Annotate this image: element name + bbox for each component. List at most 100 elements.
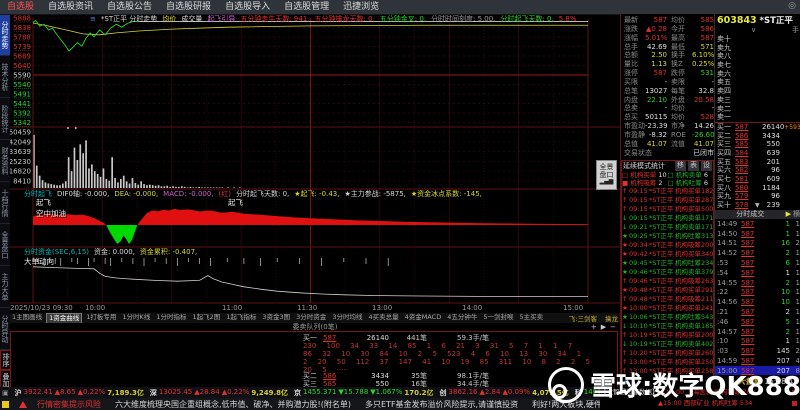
period-tab[interactable]: 5主买卖 — [518, 313, 546, 323]
mode-event-row[interactable]: ↑ 09:15 *ST正平 机构买单 1821 — [622, 187, 713, 196]
tick-row[interactable]: :53 587 6 1 — [715, 258, 800, 268]
news-headline[interactable]: 六大维度梳理央国企重组概念,低市值、破净、并购潜力股!(附名单) — [115, 399, 351, 410]
mode-event-row[interactable]: ↑ 09:15 *ST正平 机构买单 5000 — [622, 205, 713, 214]
mode-event-row[interactable]: ↑ 10:20 *ST正平 机构买单 2600 — [622, 349, 713, 358]
mode-filter-checkbox[interactable]: □ 机构吐筹 6 — [668, 179, 714, 187]
mode-event-row[interactable]: ★ 09:46 *ST正平 机构卖单 3791 — [622, 268, 713, 277]
tick-row[interactable]: :46 587 5 1 — [715, 317, 800, 327]
buy-level-row[interactable]: 买九 579 96 — [715, 192, 800, 201]
queue-level-row[interactable]: 买二 586 3434 35笔 98.1手/笔 — [303, 372, 489, 380]
left-tab[interactable]: 分时走势 — [0, 14, 10, 56]
menu-item[interactable]: 自选股公告 — [100, 0, 159, 14]
left-tab[interactable]: 技术分析 — [0, 56, 10, 98]
left-tab[interactable]: 财务资料 — [0, 140, 10, 182]
mode-filter-checkbox[interactable]: □ 机构卖单 6 — [668, 171, 714, 179]
period-tab-extra[interactable]: 擒龙 — [603, 313, 620, 323]
tick-row[interactable]: 14:51 587 16 2 — [715, 238, 800, 248]
buy-level-row[interactable]: 买二 586 3434 — [715, 132, 800, 141]
mode-button[interactable]: 设 — [701, 161, 712, 171]
period-tab[interactable]: 1起飞指标 — [224, 313, 258, 323]
queue-level-row[interactable]: 买一 587 26140 441笔 59.3手/笔 — [303, 334, 489, 342]
buy-level-row[interactable]: 买五 583 201 — [715, 158, 800, 167]
left-tab[interactable]: 主力大单 — [0, 266, 10, 308]
menu-item[interactable]: 自选股管理 — [277, 0, 336, 14]
queue-control-button[interactable]: − — [610, 323, 616, 331]
tick-row[interactable]: :21 587 2 1 — [715, 307, 800, 317]
mode-event-row[interactable]: ★ 09:42 *ST正平 机构买单 3406 — [622, 250, 713, 259]
grid-icon[interactable]: ▣ — [2, 389, 9, 397]
sell-level-row[interactable]: 卖三 — [715, 96, 800, 105]
menu-item[interactable]: 自选股资讯 — [41, 0, 100, 14]
mode-event-row[interactable]: ↑ 09:48 *ST正平 机构吸筹 2119 — [622, 295, 713, 304]
period-tab[interactable]: 3分时资金 — [294, 313, 328, 323]
tick-row[interactable]: :54 587 1 1 — [715, 268, 800, 278]
period-tab-extra[interactable]: 飞:三剑客 — [567, 313, 599, 323]
sell-level-row[interactable]: 卖二 — [715, 105, 800, 114]
layout-toggle-button[interactable]: 横 — [793, 210, 800, 219]
mode-event-row[interactable]: ↓ 09:21 *ST正平 机构卖单 1717 — [622, 223, 713, 232]
sell-level-row[interactable]: 卖七 — [715, 61, 800, 70]
mode-filter-checkbox[interactable]: □ 机构买单 10 — [622, 171, 668, 179]
mode-event-row[interactable]: ↑ 09:15 *ST正平 机构买单 2879 — [622, 196, 713, 205]
buy-level-row[interactable]: 买三 585 550 — [715, 140, 800, 149]
mode-event-row[interactable]: ↑ 10:19 *ST正平 机构买单 2001 — [622, 331, 713, 340]
tick-row[interactable]: :10 587 1 1 — [715, 336, 800, 346]
period-tab[interactable]: 1起飞2图 — [190, 313, 222, 323]
sell-level-row[interactable]: 卖四 — [715, 87, 800, 96]
menu-item[interactable]: 自选股导入 — [218, 0, 277, 14]
tick-row[interactable]: 14:56 587 10 1 — [715, 297, 800, 307]
period-tab[interactable]: 1打板专用 — [84, 313, 118, 323]
period-tab[interactable]: 1主图画线 — [10, 313, 44, 323]
news-headline[interactable]: 多只ETF基金发布溢价风险提示,请谨慎投资 — [365, 399, 518, 410]
period-tab[interactable]: 5一剑封喉 — [481, 313, 515, 323]
left-tab[interactable]: 分时异动 — [0, 308, 10, 350]
chevron-down-icon[interactable]: ∨ — [715, 27, 792, 35]
tick-row[interactable]: :22 587 10 1 — [715, 287, 800, 297]
left-tab[interactable]: 阶段统计 — [0, 98, 10, 140]
mode-event-row[interactable]: ★ 09:34 *ST正平 机构吸筹 2000 — [622, 241, 713, 250]
sell-level-row[interactable]: 卖五 — [715, 78, 800, 87]
buy-level-row[interactable]: 买十 578 ▼ 239 — [715, 201, 800, 210]
period-tab[interactable]: 1资金曲线 — [46, 313, 83, 323]
sell-level-row[interactable]: 卖十 — [715, 35, 800, 44]
mode-event-row[interactable]: ★ 09:25 *ST正平 机构吐筹 3130 — [622, 232, 713, 241]
left-tab[interactable]: 十档行情 — [0, 182, 10, 224]
sell-level-row[interactable]: 卖六 — [715, 70, 800, 79]
period-tab[interactable]: 1分时指标 — [154, 313, 188, 323]
mode-event-row[interactable]: ★ 10:00 *ST正平 机构买单 2418 — [622, 304, 713, 313]
mode-event-row[interactable]: ★ 10:06 *ST正平 机构吐筹 5433 — [622, 313, 713, 322]
sell-level-row[interactable]: 卖九 — [715, 44, 800, 53]
news-headline[interactable]: 行情密集提示风险 — [37, 399, 101, 410]
mode-event-row[interactable]: ↓ 09:15 *ST正平 机构卖单 1710 — [622, 214, 713, 223]
buy-level-row[interactable]: 买七 581 609 — [715, 175, 800, 184]
tick-row[interactable]: 14:49 587 1 1 — [715, 219, 800, 229]
tick-row[interactable]: :03 587 145 2 — [715, 346, 800, 356]
mode-event-row[interactable]: ↑ 09:46 *ST正平 机构吸筹 2630 — [622, 277, 713, 286]
period-tab[interactable]: 4资金MACD — [403, 313, 444, 323]
period-tab[interactable]: 4买卖总量 — [366, 313, 400, 323]
panorama-quote-button[interactable]: 全景 盘口 ▂▄▆ — [596, 160, 617, 190]
queue-control-button[interactable]: ▶ — [601, 323, 606, 331]
tick-row[interactable]: 14:59 587 207 4 — [715, 356, 800, 366]
period-tab[interactable]: 1分时K线 — [120, 313, 152, 323]
sell-level-row[interactable]: 卖一 — [715, 113, 800, 122]
settings-icon[interactable]: ◎ — [788, 1, 796, 11]
period-tab[interactable]: 4五分钟牛 — [445, 313, 479, 323]
expand-icon[interactable]: ▶ — [786, 210, 793, 219]
left-tab[interactable]: 全景盘口 — [0, 224, 10, 266]
mode-event-row[interactable]: ★ 09:45 *ST正平 机构吐筹 2340 — [622, 259, 713, 268]
tick-row[interactable]: 14:50 587 1 1 — [715, 229, 800, 239]
tick-row[interactable]: 14:57 587 2 1 — [715, 327, 800, 337]
mode-event-row[interactable]: ★ 09:48 *ST正平 机构买单 2914 — [622, 286, 713, 295]
period-tab[interactable]: 3分时均线 — [330, 313, 364, 323]
tick-row[interactable]: 14:55 587 2 1 — [715, 278, 800, 288]
mode-button[interactable]: 移 — [675, 161, 686, 171]
mode-button[interactable]: 表 — [688, 161, 699, 171]
tick-row[interactable]: 14:52 587 2 1 — [715, 248, 800, 258]
menu-item[interactable]: 迅捷浏览 — [336, 0, 386, 14]
period-tab[interactable]: 3资金3图 — [260, 313, 292, 323]
queue-control-button[interactable]: + — [591, 323, 597, 331]
buy-level-row[interactable]: 买四 584 639 — [715, 149, 800, 158]
mode-event-row[interactable]: ↓ 10:19 *ST正平 机构卖单 4021 — [622, 340, 713, 349]
stock-header[interactable]: 603843 *ST正平 — [715, 14, 800, 27]
